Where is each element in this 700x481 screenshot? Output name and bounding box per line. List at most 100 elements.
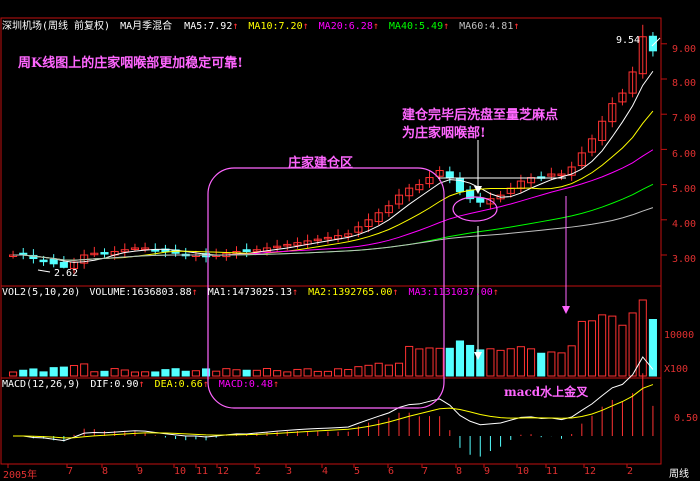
volume-bar xyxy=(435,347,444,377)
throat-note-line2: 为庄家咽喉部! xyxy=(402,126,486,141)
vol-ma2-value: MA2:1392765.00 xyxy=(308,287,393,298)
volume-bar xyxy=(80,363,89,377)
price-tick: 3.00 xyxy=(672,254,697,265)
volume-bar xyxy=(323,370,332,377)
volume-bar xyxy=(69,365,79,377)
volume-bar xyxy=(141,371,150,377)
volume-bar xyxy=(496,349,505,377)
ma10-line xyxy=(13,110,654,261)
ma5-value: MA5:7.92 xyxy=(184,21,233,32)
volume-bar xyxy=(49,367,58,377)
volume-bar xyxy=(608,315,617,377)
volume-bar xyxy=(466,344,475,377)
volume-bar xyxy=(171,368,180,377)
volume-bar xyxy=(537,352,546,377)
ma60-line xyxy=(13,207,654,261)
candle-body xyxy=(476,197,485,203)
candle-body xyxy=(49,258,58,265)
volume-value: VOLUME:1636803.88 xyxy=(89,287,192,298)
dea-value: DEA:0.66 xyxy=(154,379,203,390)
volume-bar xyxy=(374,362,383,377)
stock-chart-window: 深圳机场(周线 前复权) MA月季混合 MA5:7.92↑ MA10:7.20↑… xyxy=(0,0,700,481)
low-pointer xyxy=(37,269,51,273)
candle-body xyxy=(100,252,109,255)
date-tick: 3 xyxy=(286,466,293,477)
volume-bar xyxy=(415,348,424,377)
volume-bar xyxy=(120,369,129,377)
date-tick: 5 xyxy=(354,466,361,477)
volume-bar xyxy=(212,370,221,377)
volume-bar xyxy=(181,370,190,377)
volume-bar xyxy=(39,371,48,377)
volume-bar xyxy=(252,369,261,377)
volume-bar xyxy=(638,299,647,377)
volume-bar xyxy=(516,346,525,377)
price-tick: 8.00 xyxy=(672,78,697,89)
period-label[interactable]: 周线 xyxy=(669,465,689,480)
volume-bar xyxy=(90,371,99,377)
volume-bar xyxy=(394,362,404,377)
ma20-value: MA20:6.28 xyxy=(318,21,373,32)
date-tick: 4 xyxy=(322,466,329,477)
candle-body xyxy=(648,35,657,52)
volume-bar xyxy=(191,370,200,377)
volume-bar xyxy=(628,312,637,377)
volume-bar xyxy=(293,368,302,377)
volume-bar xyxy=(161,369,170,377)
candle-body xyxy=(445,171,454,179)
volume-bar xyxy=(151,371,160,377)
macd-value: MACD:0.48 xyxy=(218,379,273,390)
macd-header: MACD(12,26,9) DIF:0.90↑ DEA:0.66↑ MACD:0… xyxy=(2,379,279,390)
volume-bar xyxy=(405,345,414,377)
macd-note: macd水上金叉 xyxy=(504,385,589,399)
date-tick: 10 xyxy=(517,466,530,477)
volume-bar xyxy=(526,348,536,377)
date-tick: 12 xyxy=(584,466,597,477)
price-tick: 7.00 xyxy=(672,113,697,124)
price-tick: 9.00 xyxy=(672,44,697,55)
volume-bar xyxy=(587,320,597,377)
price-tick: 4.00 xyxy=(672,219,697,230)
volume-bar xyxy=(354,366,363,377)
volume-bar xyxy=(598,314,607,377)
date-tick: 9 xyxy=(137,466,144,477)
chart-canvas xyxy=(0,17,667,468)
volume-bar xyxy=(344,368,353,377)
volume-bar xyxy=(334,368,343,377)
price-tick: 5.00 xyxy=(672,184,697,195)
volume-bar xyxy=(445,347,454,377)
ma40-value: MA40:5.49 xyxy=(388,21,444,32)
price-tick: 6.00 xyxy=(672,149,697,160)
date-tick: 9 xyxy=(484,466,491,477)
date-tick: 2005年 xyxy=(3,470,38,481)
macd-tick: 0.50 xyxy=(674,413,699,424)
volume-bar xyxy=(9,371,18,377)
date-tick: 11 xyxy=(196,466,209,477)
volume-bar xyxy=(19,369,28,377)
high-price-label: 9.54 xyxy=(616,35,641,46)
volume-bar xyxy=(100,370,109,377)
date-tick: 2 xyxy=(255,466,262,477)
volume-bar xyxy=(222,368,231,377)
volume-header: VOL2(5,10,20) VOLUME:1636803.88↑ MA1:147… xyxy=(2,287,499,298)
top-note: 周K线图上的庄家咽喉部更加稳定可靠! xyxy=(18,56,244,71)
volume-bar xyxy=(648,319,657,377)
candle-body xyxy=(39,259,48,263)
volume-bar xyxy=(232,369,241,377)
dif-value: DIF:0.90 xyxy=(90,379,139,390)
date-tick: 8 xyxy=(456,466,463,477)
low-price-label: 2.62 xyxy=(54,268,79,279)
date-tick: 7 xyxy=(422,466,429,477)
volume-bar xyxy=(506,348,515,377)
volume-bar xyxy=(59,366,68,377)
date-tick: 12 xyxy=(217,466,230,477)
volume-bar xyxy=(425,347,434,377)
volume-bar xyxy=(110,368,119,377)
volume-bar xyxy=(283,371,292,377)
volume-bar xyxy=(303,368,312,377)
throat-note-line1: 建仓完毕后洗盘至量芝麻点 xyxy=(402,108,559,123)
date-tick: 11 xyxy=(546,466,559,477)
volume-bar xyxy=(273,370,282,377)
date-tick: 10 xyxy=(174,466,187,477)
date-tick: 8 xyxy=(102,466,109,477)
